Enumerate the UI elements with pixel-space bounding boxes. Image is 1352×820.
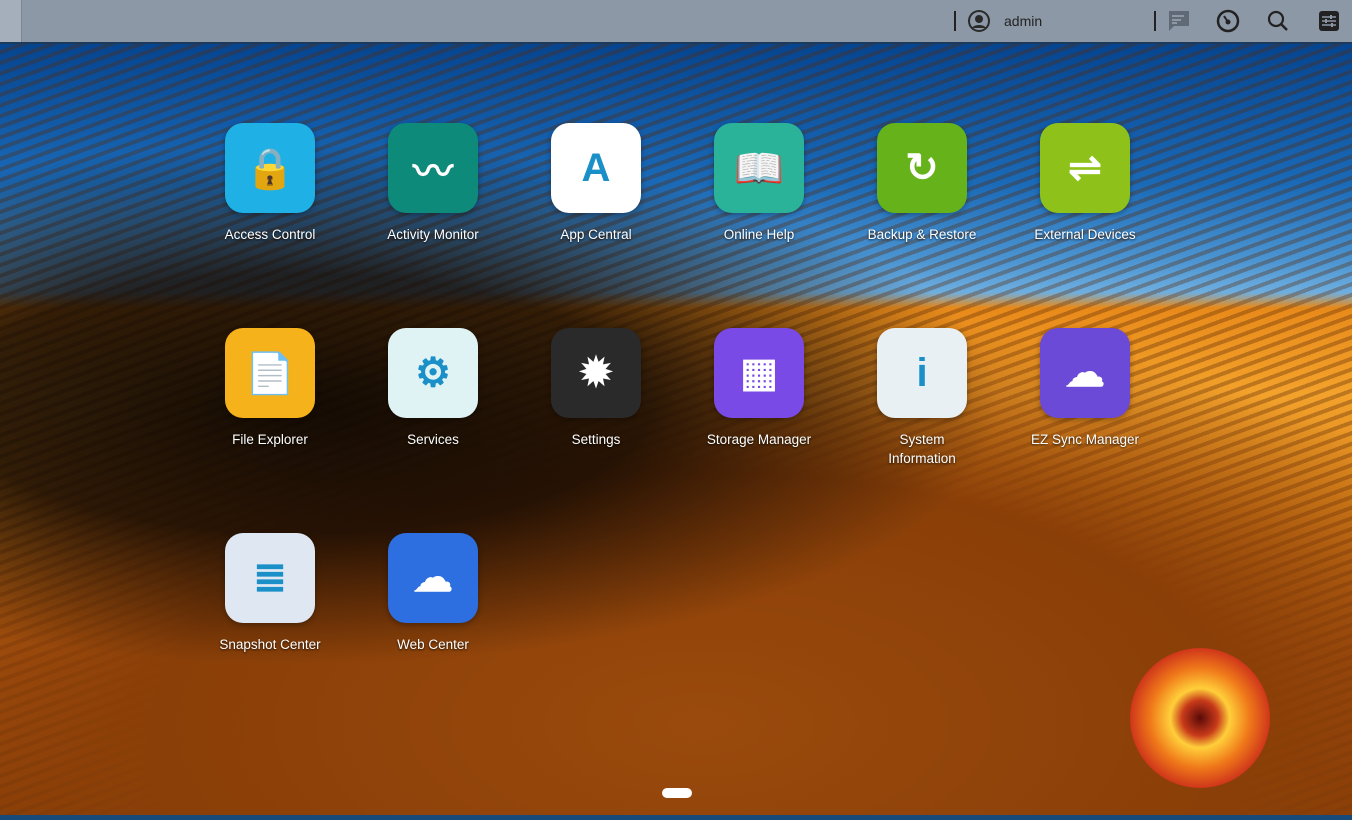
page-indicator[interactable] bbox=[662, 788, 692, 798]
app-backup-restore[interactable]: ↻ Backup & Restore bbox=[852, 123, 992, 244]
separator bbox=[954, 11, 956, 31]
settings-sliders-icon[interactable] bbox=[1317, 9, 1341, 33]
taskbar-left-tab[interactable] bbox=[0, 0, 22, 42]
app-label: Online Help bbox=[723, 227, 795, 242]
ez-sync-manager-icon: ☁ bbox=[1040, 328, 1130, 418]
top-taskbar: admin bbox=[0, 0, 1352, 44]
separator bbox=[1154, 11, 1156, 31]
settings-icon: ✹ bbox=[551, 328, 641, 418]
app-settings[interactable]: ✹ Settings bbox=[526, 328, 666, 449]
username-label[interactable]: admin bbox=[1004, 13, 1042, 29]
app-ez-sync-manager[interactable]: ☁ EZ Sync Manager bbox=[1015, 328, 1155, 449]
app-access-control[interactable]: 🔒 Access Control bbox=[200, 123, 340, 244]
app-app-central[interactable]: A App Central bbox=[526, 123, 666, 244]
app-label: External Devices bbox=[1034, 227, 1136, 242]
notifications-icon[interactable] bbox=[1167, 9, 1191, 33]
asus-brand-logo bbox=[1130, 648, 1270, 788]
storage-manager-icon: ▦ bbox=[714, 328, 804, 418]
app-web-center[interactable]: ☁ Web Center bbox=[363, 533, 503, 654]
app-file-explorer[interactable]: 📄 File Explorer bbox=[200, 328, 340, 449]
app-label: Backup & Restore bbox=[867, 227, 977, 242]
app-external-devices[interactable]: ⇌ External Devices bbox=[1015, 123, 1155, 244]
app-label: Snapshot Center bbox=[219, 637, 321, 652]
app-activity-monitor[interactable]: 〰 Activity Monitor bbox=[363, 123, 503, 244]
app-label: Storage Manager bbox=[706, 432, 812, 447]
activity-monitor-icon: 〰 bbox=[388, 123, 478, 213]
app-snapshot-center[interactable]: ≣ Snapshot Center bbox=[200, 533, 340, 654]
dashboard-gauge-icon[interactable] bbox=[1216, 9, 1240, 33]
app-storage-manager[interactable]: ▦ Storage Manager bbox=[689, 328, 829, 449]
file-explorer-icon: 📄 bbox=[225, 328, 315, 418]
web-center-icon: ☁ bbox=[388, 533, 478, 623]
app-central-icon: A bbox=[551, 123, 641, 213]
app-label: System Information bbox=[888, 432, 956, 466]
app-system-information[interactable]: i System Information bbox=[852, 328, 992, 468]
system-information-icon: i bbox=[877, 328, 967, 418]
app-label: Access Control bbox=[224, 227, 316, 242]
app-label: Web Center bbox=[397, 637, 469, 652]
app-label: Services bbox=[407, 432, 459, 447]
app-label: Settings bbox=[571, 432, 621, 447]
user-icon[interactable] bbox=[967, 9, 991, 33]
app-label: Activity Monitor bbox=[387, 227, 479, 242]
search-icon[interactable] bbox=[1266, 9, 1290, 33]
services-icon: ⚙ bbox=[388, 328, 478, 418]
bottom-strip bbox=[0, 815, 1352, 820]
external-devices-icon: ⇌ bbox=[1040, 123, 1130, 213]
backup-restore-icon: ↻ bbox=[877, 123, 967, 213]
app-online-help[interactable]: 📖 Online Help bbox=[689, 123, 829, 244]
app-label: File Explorer bbox=[232, 432, 308, 447]
access-control-icon: 🔒 bbox=[225, 123, 315, 213]
app-label: EZ Sync Manager bbox=[1030, 432, 1140, 447]
app-label: App Central bbox=[560, 227, 632, 242]
snapshot-center-icon: ≣ bbox=[225, 533, 315, 623]
app-services[interactable]: ⚙ Services bbox=[363, 328, 503, 449]
online-help-icon: 📖 bbox=[714, 123, 804, 213]
